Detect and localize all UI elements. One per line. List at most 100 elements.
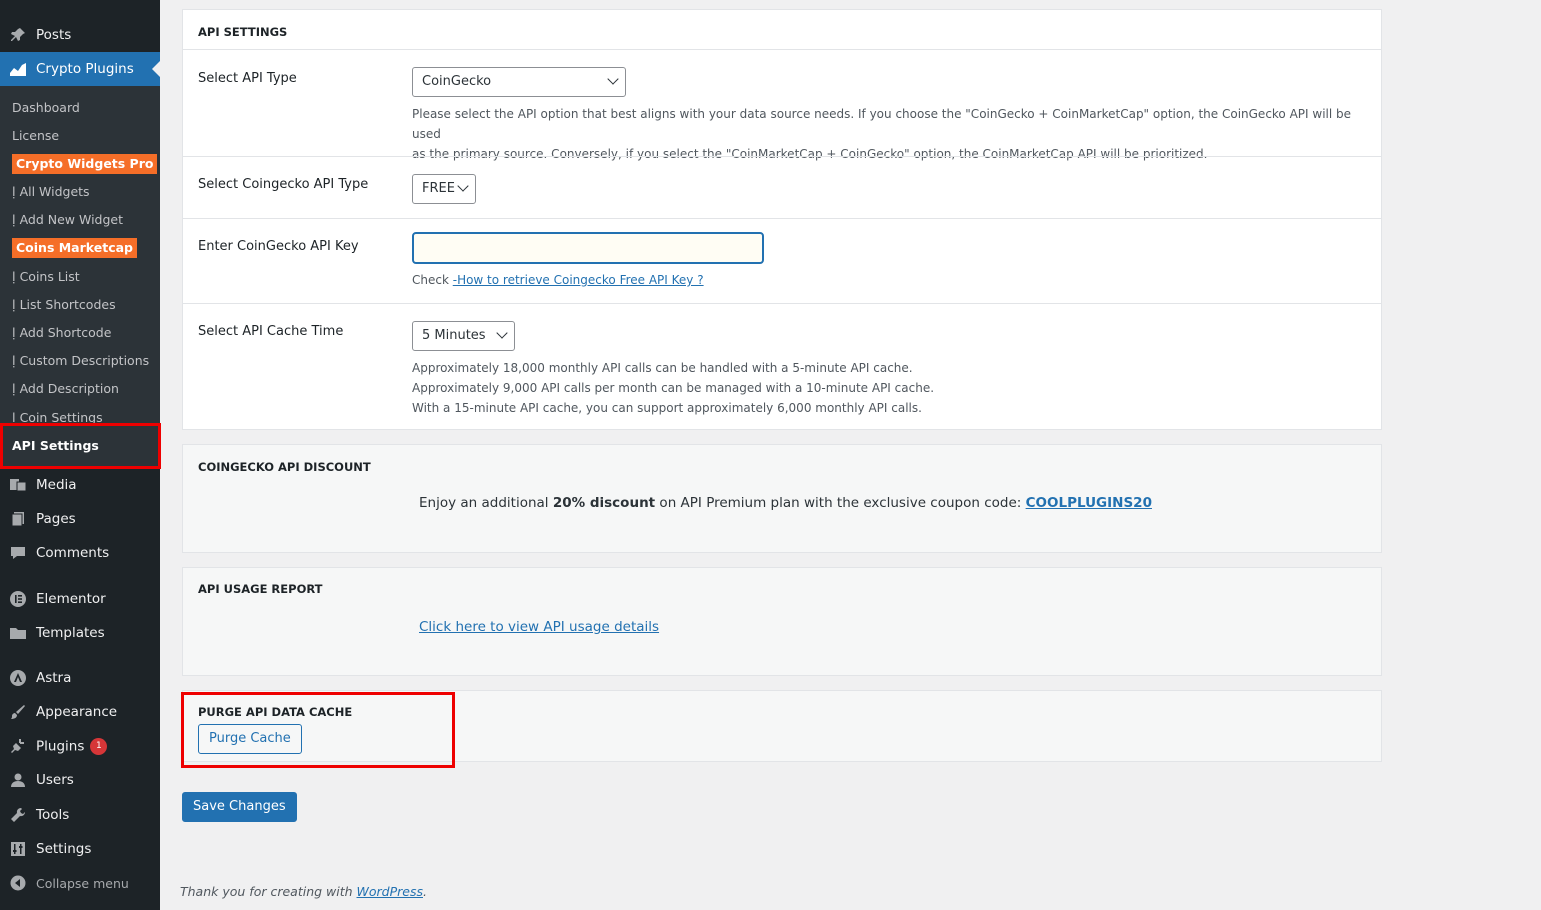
submenu-add-shortcode[interactable]: ḷ Add Shortcode: [12, 323, 111, 343]
media-icon: [0, 468, 36, 502]
menu-tools-label: Tools: [36, 807, 70, 823]
collapse-icon: [0, 866, 36, 900]
usage-report-title: API USAGE REPORT: [198, 582, 323, 596]
menu-settings-label: Settings: [36, 841, 92, 857]
menu-pages-label: Pages: [36, 511, 76, 527]
discount-title: COINGECKO API DISCOUNT: [198, 460, 371, 474]
menu-templates-label: Templates: [36, 625, 105, 641]
api-key-input[interactable]: [412, 232, 764, 264]
api-key-help-prefix: Check: [412, 273, 453, 287]
submenu-dashboard[interactable]: Dashboard: [12, 98, 80, 118]
menu-users-label: Users: [36, 772, 74, 788]
user-icon: [0, 763, 36, 797]
discount-text-1: Enjoy an additional: [419, 495, 553, 511]
row-api-key: Enter CoinGecko API Key Check -How to re…: [183, 218, 1381, 303]
menu-astra-label: Astra: [36, 670, 72, 686]
collapse-menu[interactable]: Collapse menu: [0, 866, 160, 900]
submenu-list-shortcodes[interactable]: ḷ List Shortcodes: [12, 295, 116, 315]
usage-report-card: API USAGE REPORT Click here to view API …: [182, 567, 1382, 676]
submenu-crypto-widgets-pro[interactable]: Crypto Widgets Pro: [12, 154, 158, 174]
chevron-down-icon: [496, 327, 508, 339]
brush-icon: [0, 695, 36, 729]
menu-elementor-label: Elementor: [36, 591, 106, 607]
row-coingecko-type: Select Coingecko API Type FREE: [183, 156, 1381, 218]
api-type-desc-line1: Please select the API option that best a…: [412, 107, 1352, 141]
menu-elementor[interactable]: Elementor: [0, 582, 160, 616]
submenu-custom-descriptions[interactable]: ḷ Custom Descriptions: [12, 351, 149, 371]
menu-templates[interactable]: Templates: [0, 616, 160, 650]
pages-icon: [0, 502, 36, 536]
discount-card: COINGECKO API DISCOUNT Enjoy an addition…: [182, 444, 1382, 553]
wrench-icon: [0, 798, 36, 832]
menu-plugins-text: Plugins: [36, 738, 85, 754]
astra-icon: [0, 661, 36, 695]
menu-posts-label: Posts: [36, 27, 72, 43]
highlight-api-settings: [0, 423, 161, 469]
menu-crypto-plugins[interactable]: Crypto Plugins: [0, 52, 160, 86]
footer-suffix: .: [423, 884, 427, 899]
submenu-all-widgets[interactable]: ḷ All Widgets: [12, 182, 90, 202]
submenu-add-new-widget[interactable]: ḷ Add New Widget: [12, 210, 123, 230]
submenu-add-description[interactable]: ḷ Add Description: [12, 379, 119, 399]
plugins-update-count: 1: [90, 737, 108, 755]
api-key-label: Enter CoinGecko API Key: [198, 239, 359, 254]
settings-icon: [0, 832, 36, 866]
collapse-menu-label: Collapse menu: [36, 875, 129, 891]
discount-bold: 20% discount: [552, 495, 656, 511]
api-key-help-link[interactable]: -How to retrieve Coingecko Free API Key …: [453, 273, 704, 287]
api-type-select[interactable]: CoinGecko: [412, 67, 626, 97]
coingecko-type-label: Select Coingecko API Type: [198, 177, 369, 192]
api-type-label: Select API Type: [198, 71, 297, 86]
chart-icon: [0, 52, 36, 86]
menu-plugins[interactable]: Plugins 1: [0, 729, 160, 763]
menu-media[interactable]: Media: [0, 468, 160, 502]
menu-plugins-label: Plugins 1: [36, 737, 160, 755]
submenu-coins-marketcap[interactable]: Coins Marketcap: [12, 238, 137, 258]
cache-time-label: Select API Cache Time: [198, 324, 344, 339]
menu-comments-label: Comments: [36, 545, 110, 561]
chevron-down-icon: [457, 180, 469, 192]
usage-details-link[interactable]: Click here to view API usage details: [419, 619, 659, 635]
submenu-license[interactable]: License: [12, 126, 59, 146]
coingecko-type-value: FREE: [422, 181, 455, 196]
menu-settings[interactable]: Settings: [0, 832, 160, 866]
row-api-type: Select API Type CoinGecko Please select …: [183, 49, 1381, 161]
menu-tools[interactable]: Tools: [0, 798, 160, 832]
menu-appearance-label: Appearance: [36, 704, 118, 720]
cache-time-description: Approximately 18,000 monthly API calls c…: [412, 358, 934, 418]
menu-astra[interactable]: Astra: [0, 661, 160, 695]
api-type-description: Please select the API option that best a…: [412, 104, 1381, 164]
menu-appearance[interactable]: Appearance: [0, 695, 160, 729]
api-settings-card: API SETTINGS Select API Type CoinGecko P…: [182, 9, 1382, 430]
plug-icon: [0, 729, 36, 763]
pin-icon: [0, 18, 36, 52]
cache-desc-line1: Approximately 18,000 monthly API calls c…: [412, 361, 913, 375]
save-changes-button[interactable]: Save Changes: [182, 792, 297, 822]
menu-pages[interactable]: Pages: [0, 502, 160, 536]
menu-comments[interactable]: Comments: [0, 536, 160, 570]
menu-posts[interactable]: Posts: [0, 18, 160, 52]
api-type-value: CoinGecko: [422, 74, 492, 89]
elementor-icon: [0, 582, 36, 616]
cache-desc-line2: Approximately 9,000 API calls per month …: [412, 381, 935, 395]
api-key-help: Check -How to retrieve Coingecko Free AP…: [412, 270, 704, 290]
discount-text-2: on API Premium plan with the exclusive c…: [655, 495, 1026, 511]
folder-icon: [0, 616, 36, 650]
footer-credit: Thank you for creating with WordPress.: [180, 884, 427, 899]
discount-text: Enjoy an additional 20% discount on API …: [419, 495, 1152, 511]
highlight-purge-cache: [181, 692, 455, 768]
menu-media-label: Media: [36, 477, 77, 493]
chevron-down-icon: [607, 73, 619, 85]
cache-time-value: 5 Minutes: [422, 328, 486, 343]
comment-icon: [0, 536, 36, 570]
submenu-coins-list[interactable]: ḷ Coins List: [12, 267, 80, 287]
wordpress-link[interactable]: WordPress: [357, 884, 423, 899]
menu-crypto-plugins-label: Crypto Plugins: [36, 61, 134, 77]
cache-desc-line3: With a 15-minute API cache, you can supp…: [412, 401, 922, 415]
footer-prefix: Thank you for creating with: [180, 884, 357, 899]
menu-users[interactable]: Users: [0, 763, 160, 797]
cache-time-select[interactable]: 5 Minutes: [412, 321, 515, 351]
admin-sidebar: Posts Crypto Plugins Dashboard License C…: [0, 0, 161, 910]
coingecko-type-select[interactable]: FREE: [412, 174, 476, 204]
coupon-code-link[interactable]: COOLPLUGINS20: [1026, 495, 1152, 511]
